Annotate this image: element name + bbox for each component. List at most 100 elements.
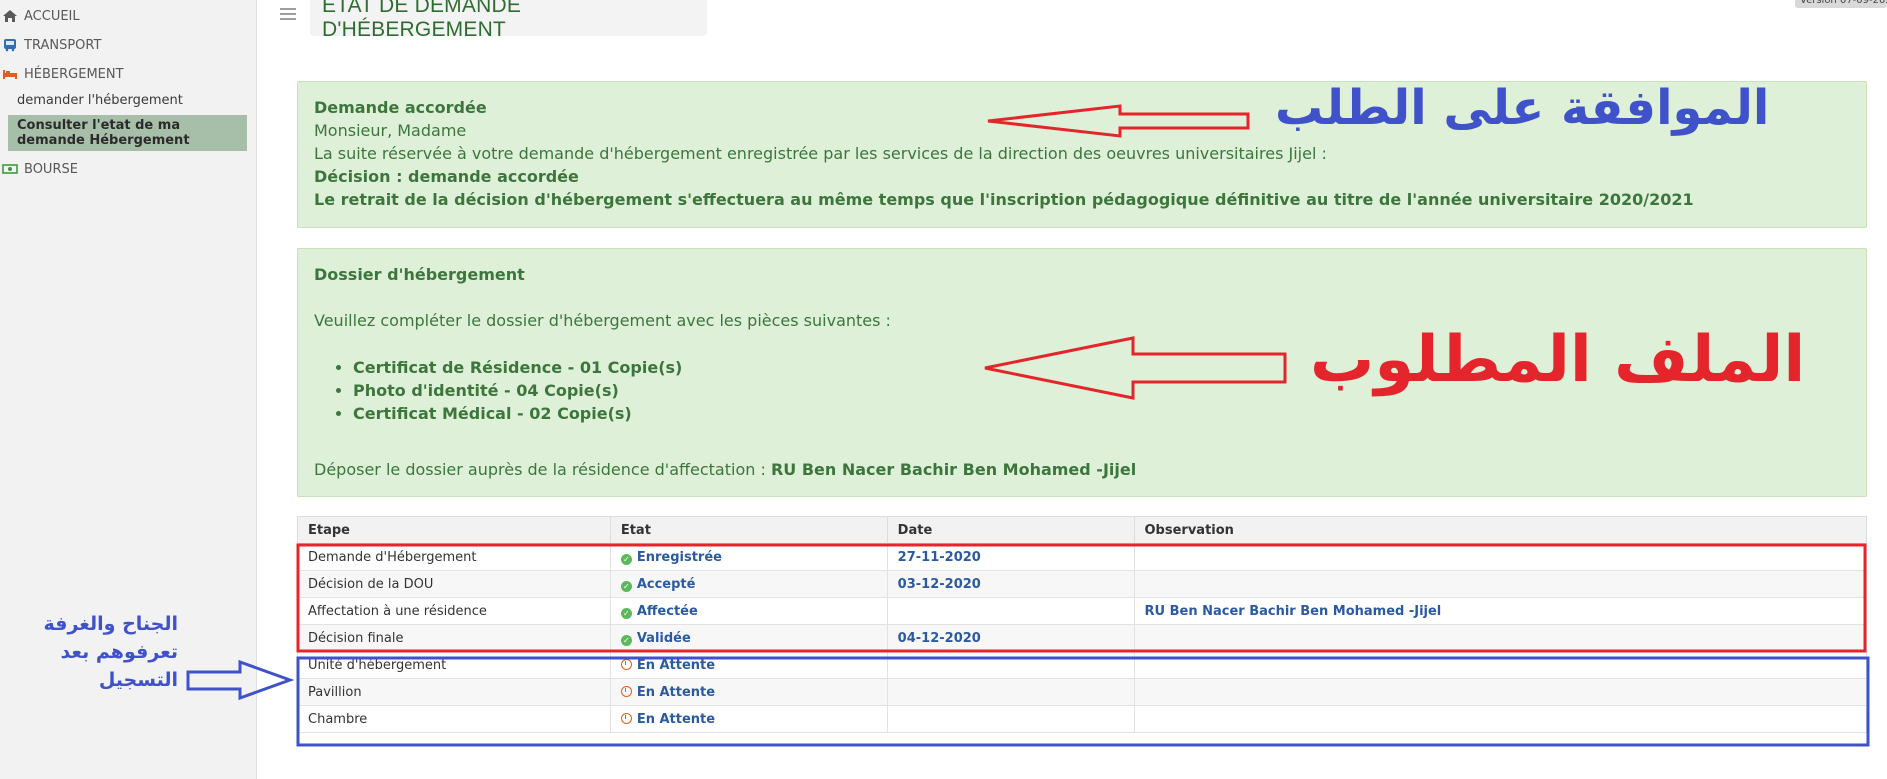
decision-heading: Demande accordée [314, 98, 487, 117]
decision-salutation: Monsieur, Madame [314, 121, 467, 140]
check-circle-icon: ✓ [620, 634, 632, 646]
clock-icon [620, 658, 632, 670]
list-item: Certificat Médical - 02 Copie(s) [353, 404, 682, 427]
cell-observation [1133, 651, 1867, 679]
clock-icon [620, 712, 632, 724]
cell-etat-text: Affectée [636, 603, 698, 619]
table-row: Décision de la DOU ✓ Accepté 03-12-2020 [297, 570, 1867, 598]
cell-etape: Décision de la DOU [297, 570, 611, 598]
decision-text: La suite réservée à votre demande d'hébe… [314, 144, 1327, 163]
cell-etape: Pavillion [297, 678, 611, 706]
deposit-residence: RU Ben Nacer Bachir Ben Mohamed -Jijel [770, 460, 1137, 479]
cell-observation: RU Ben Nacer Bachir Ben Mohamed -Jijel [1133, 597, 1867, 625]
sidebar-item-hebergement[interactable]: HÉBERGEMENT [0, 62, 257, 86]
annotation-required-file: الملف المطلوب [1310, 323, 1806, 397]
decision-note: Le retrait de la décision d'hébergement … [314, 190, 1694, 209]
column-header-date: Date [886, 516, 1135, 544]
cell-date: 04-12-2020 [886, 624, 1135, 652]
cell-etat-text: Validée [636, 630, 691, 646]
cell-etat-text: En Attente [636, 657, 716, 673]
cell-etat: En Attente [609, 705, 888, 733]
table-row: Demande d'Hébergement ✓ Enregistrée 27-11-2… [297, 543, 1867, 571]
cell-observation [1133, 705, 1867, 733]
cell-etape: Décision finale [297, 624, 611, 652]
cell-etat: ✓ Enregistrée [609, 543, 888, 571]
cell-date [886, 651, 1135, 679]
sidebar-item-label: HÉBERGEMENT [24, 66, 124, 82]
cell-date-text: 03-12-2020 [897, 576, 981, 592]
bus-icon [4, 39, 16, 52]
table-row: Unité d'hébergement En Attente [297, 651, 1867, 679]
cell-etat-text: En Attente [636, 684, 716, 700]
check-circle-icon: ✓ [620, 607, 632, 619]
cell-date: 03-12-2020 [886, 570, 1135, 598]
status-table: Etape Etat Date Observation Demande d'Hé… [297, 516, 1867, 733]
cell-etat-text: Accepté [636, 576, 696, 592]
list-item: Photo d'identité - 04 Copie(s) [353, 381, 682, 404]
cell-etat: ✓ Validée [609, 624, 888, 652]
sidebar-item-transport[interactable]: TRANSPORT [0, 33, 257, 57]
cell-etat: ✓ Affectée [609, 597, 888, 625]
cell-date: 27-11-2020 [886, 543, 1135, 571]
bed-icon [3, 70, 17, 79]
cell-etape: Affectation à une résidence [297, 597, 611, 625]
cell-date [886, 678, 1135, 706]
menu-toggle-icon[interactable] [280, 8, 296, 22]
check-circle-icon: ✓ [620, 553, 632, 565]
cell-etape-text: Décision de la DOU [308, 576, 434, 592]
annotation-approval: الموافقة على الطلب [1275, 80, 1770, 136]
cell-etat-text: Enregistrée [636, 549, 722, 565]
sidebar-item-bourse[interactable]: BOURSE [0, 157, 257, 181]
version-badge: Version 07-09-2020 [1795, 0, 1887, 8]
cell-etape-text: Chambre [308, 711, 368, 727]
cell-date-text: 27-11-2020 [897, 549, 981, 565]
check-circle-icon: ✓ [620, 580, 632, 592]
cell-observation [1133, 624, 1867, 652]
sidebar-item-label: BOURSE [24, 161, 78, 177]
table-row: Pavillion En Attente [297, 678, 1867, 706]
cell-etape-text: Affectation à une résidence [308, 603, 487, 619]
cell-etape: Unité d'hébergement [297, 651, 611, 679]
sidebar-sub-demander[interactable]: demander l'hébergement [0, 93, 257, 108]
documents-list: Certificat de Résidence - 01 Copie(s) Ph… [353, 358, 682, 427]
sidebar-item-label: TRANSPORT [24, 37, 102, 53]
cell-observation [1133, 678, 1867, 706]
cell-observation [1133, 570, 1867, 598]
cell-etape-text: Décision finale [308, 630, 404, 646]
cell-etape-text: Unité d'hébergement [308, 657, 447, 673]
column-header-etat: Etat [609, 516, 888, 544]
cell-observation [1133, 543, 1867, 571]
dossier-intro: Veuillez compléter le dossier d'hébergem… [314, 311, 891, 330]
sidebar-sub-consulter[interactable]: Consulter l'etat de ma demande Hébergeme… [8, 115, 247, 151]
cell-etat-text: En Attente [636, 711, 716, 727]
annotation-wing-room: الجناح والغرفة تعرفوهم بعد التسجيل [43, 613, 178, 691]
list-item: Certificat de Résidence - 01 Copie(s) [353, 358, 682, 381]
cell-etat: En Attente [609, 678, 888, 706]
sidebar-item-label: ACCUEIL [24, 8, 80, 24]
cell-etape-text: Pavillion [308, 684, 362, 700]
table-header-row: Etape Etat Date Observation [297, 516, 1867, 544]
dossier-heading: Dossier d'hébergement [314, 265, 525, 284]
table-row: Décision finale ✓ Validée 04-12-2020 [297, 624, 1867, 652]
cell-etape-text: Demande d'Hébergement [308, 549, 477, 565]
column-header-etape: Etape [297, 516, 611, 544]
deposit-line: Déposer le dossier auprès de la résidenc… [314, 460, 1136, 479]
cell-etape: Chambre [297, 705, 611, 733]
deposit-label: Déposer le dossier auprès de la résidenc… [314, 460, 771, 479]
page-title-box: ETAT DE DEMANDE D'HÉBERGEMENT [310, 0, 707, 41]
sidebar-item-accueil[interactable]: ACCUEIL [0, 4, 257, 28]
decision-result: Décision : demande accordée [314, 167, 579, 186]
cell-etape: Demande d'Hébergement [297, 543, 611, 571]
page-title: ETAT DE DEMANDE D'HÉBERGEMENT [322, 0, 522, 41]
home-icon [3, 10, 17, 22]
cell-observation-text: RU Ben Nacer Bachir Ben Mohamed -Jijel [1144, 603, 1442, 619]
cell-etat: En Attente [609, 651, 888, 679]
cell-date [886, 705, 1135, 733]
cell-date [886, 597, 1135, 625]
cell-etat: ✓ Accepté [609, 570, 888, 598]
money-icon [2, 164, 18, 174]
table-row: Affectation à une résidence ✓ Affectée RU B… [297, 597, 1867, 625]
column-header-observation: Observation [1133, 516, 1867, 544]
table-row: Chambre En Attente [297, 705, 1867, 733]
cell-date-text: 04-12-2020 [897, 630, 981, 646]
